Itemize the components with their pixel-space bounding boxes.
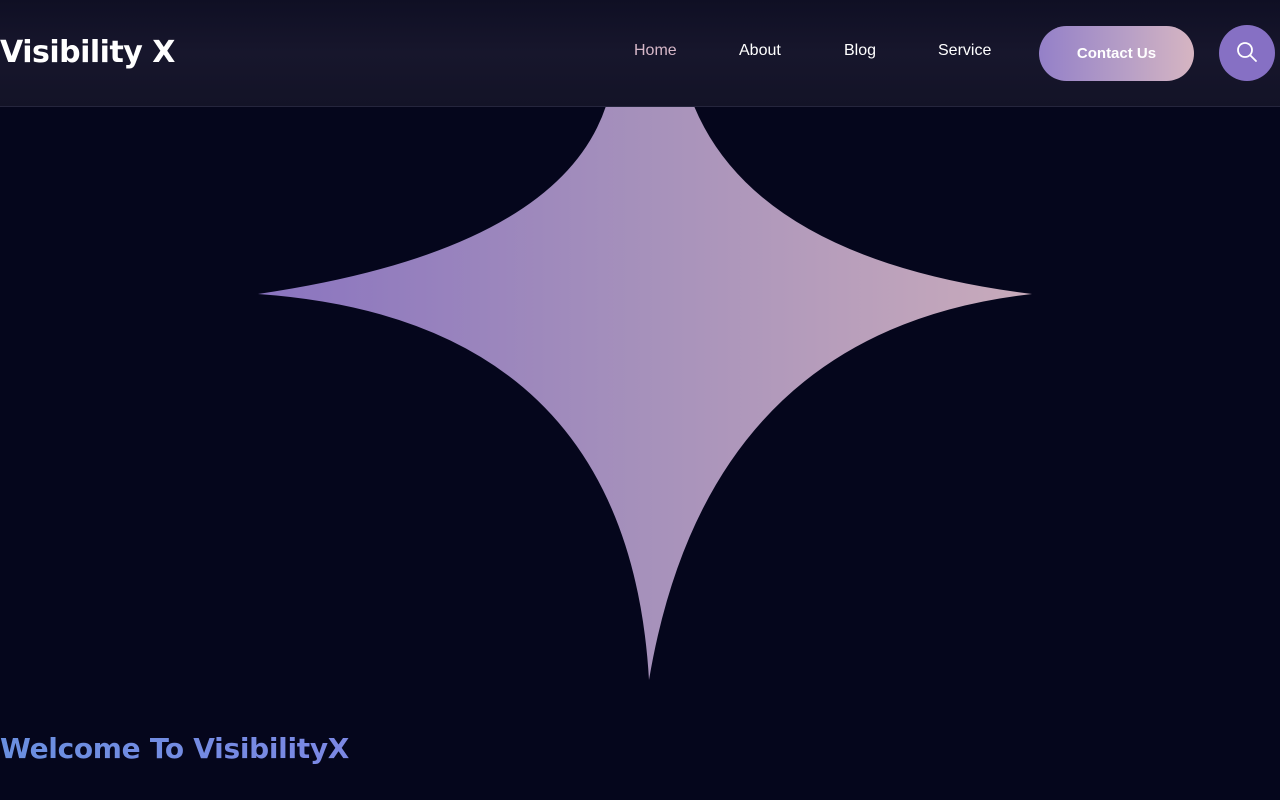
welcome-heading: Welcome To VisibilityX <box>0 729 349 769</box>
nav-blog-link[interactable]: Blog <box>844 40 876 62</box>
search-icon <box>1236 41 1258 66</box>
nav-service-link[interactable]: Service <box>938 40 991 62</box>
search-button[interactable] <box>1219 25 1275 81</box>
nav-about-link[interactable]: About <box>739 40 781 62</box>
contact-us-button[interactable]: Contact Us <box>1039 26 1194 81</box>
page: Visibility X Home About Blog Service Con… <box>0 0 1280 800</box>
nav-home-link[interactable]: Home <box>634 40 677 62</box>
site-logo[interactable]: Visibility X <box>0 32 175 74</box>
